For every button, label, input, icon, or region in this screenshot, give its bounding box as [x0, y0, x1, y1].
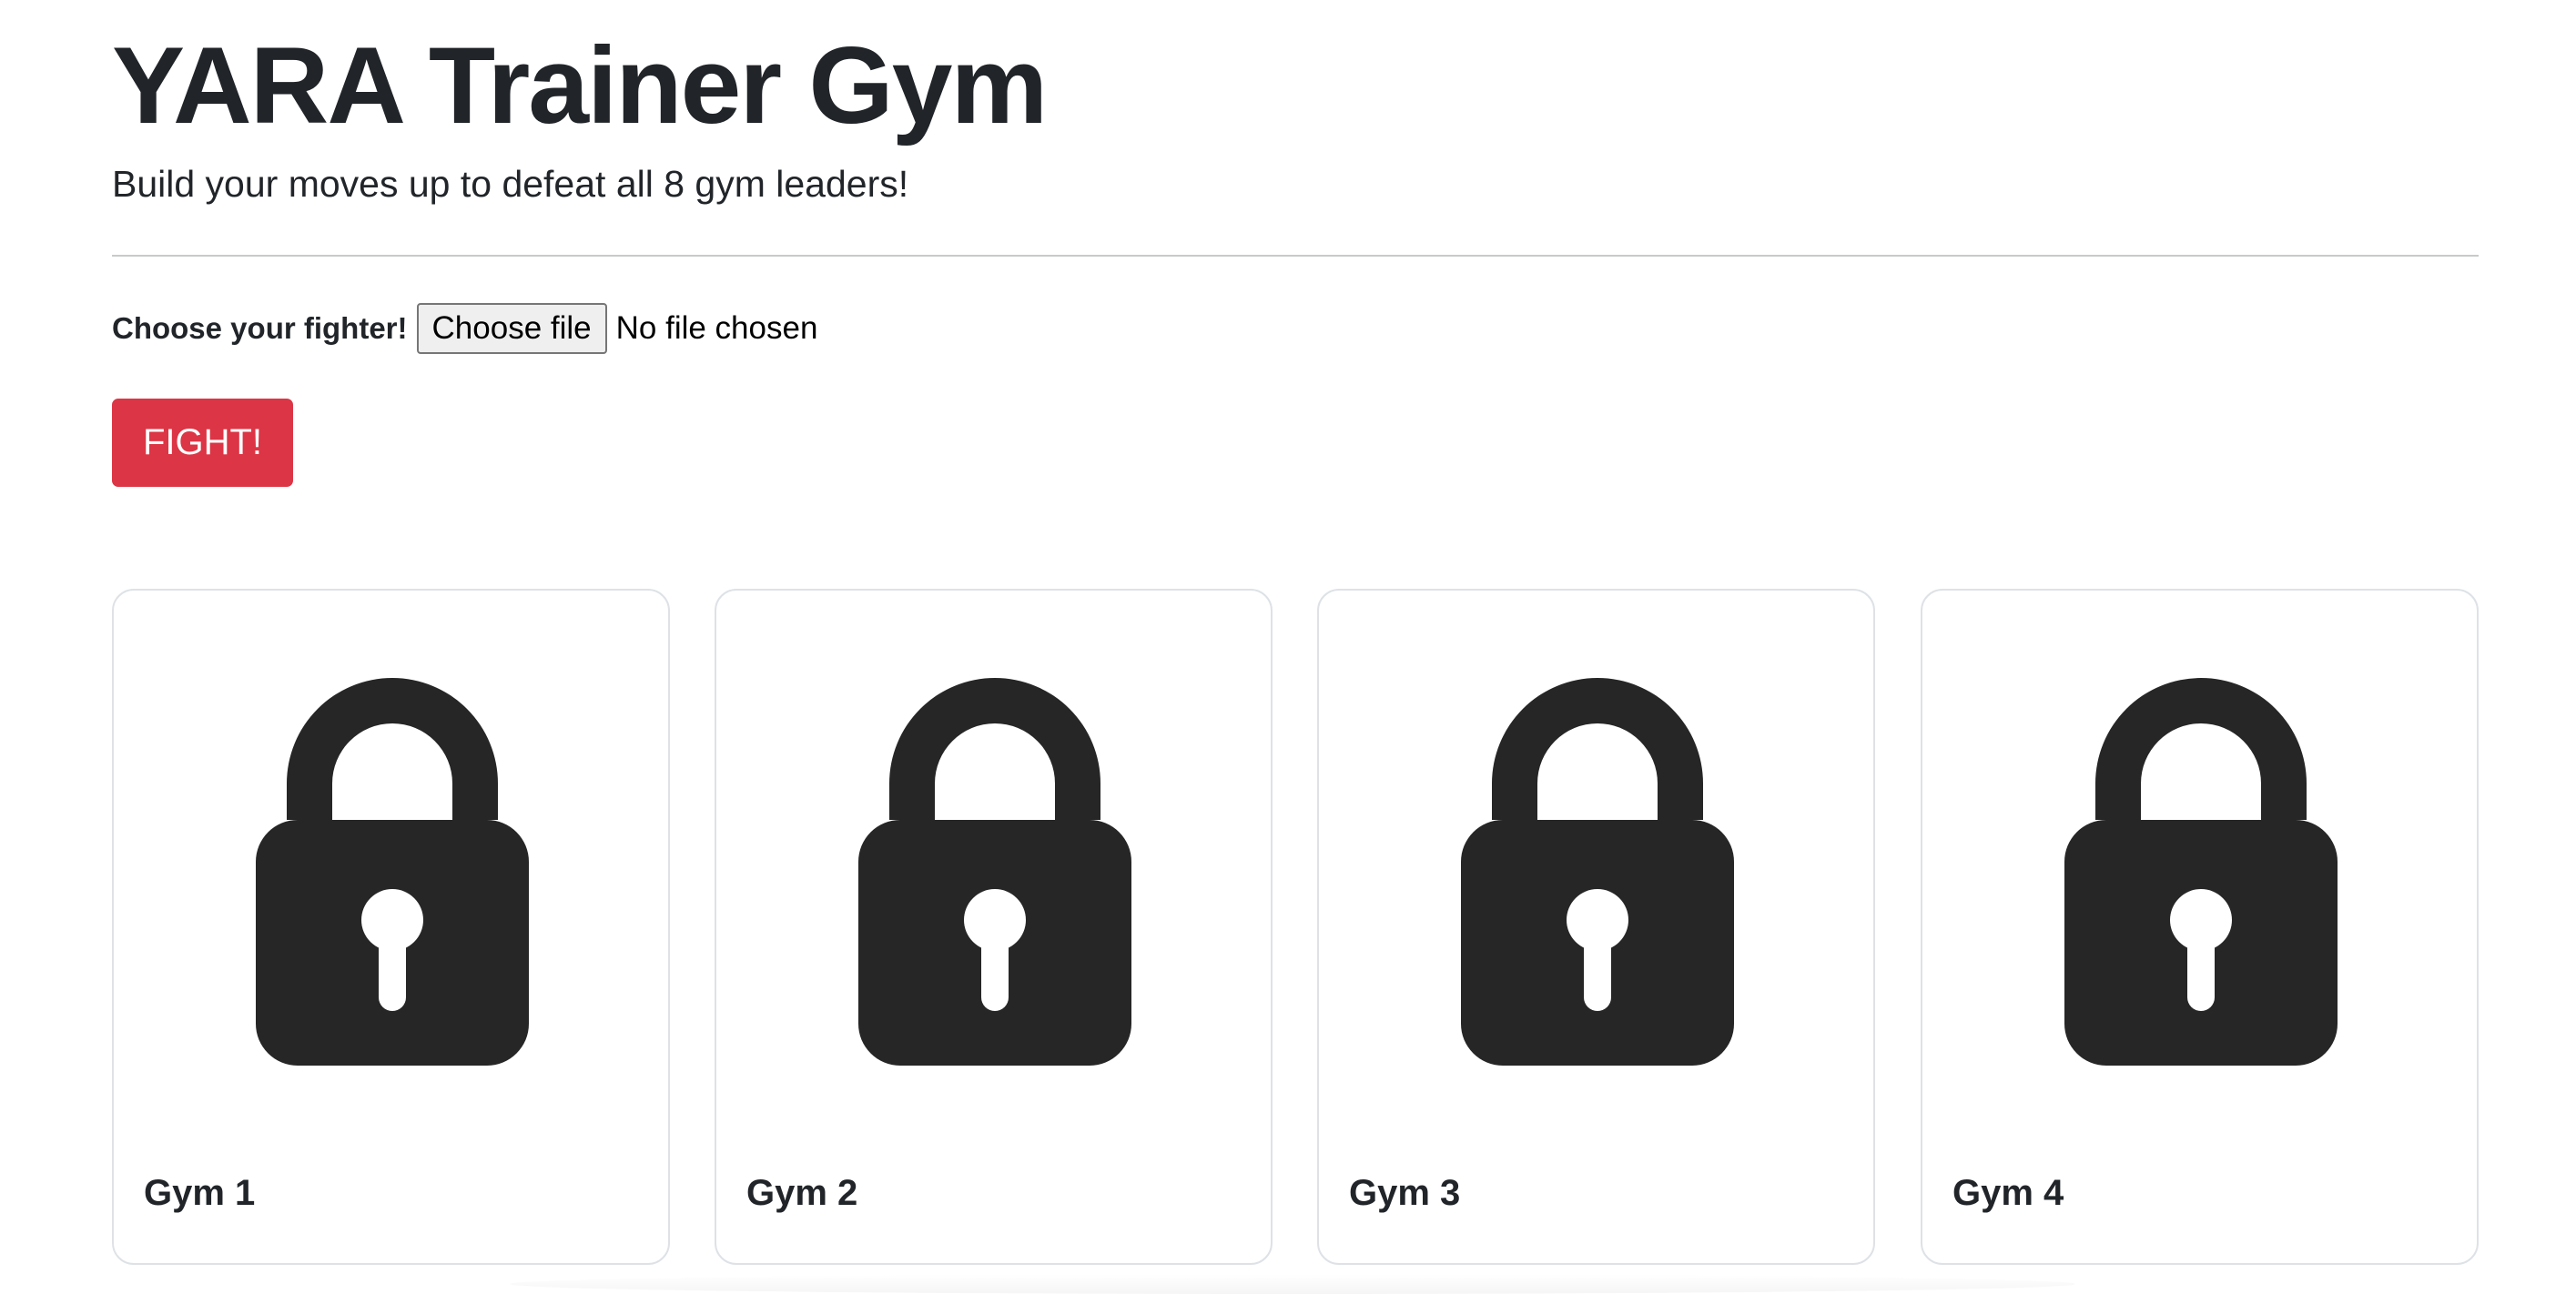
- page-subtitle: Build your moves up to defeat all 8 gym …: [112, 163, 909, 205]
- fighter-label: Choose your fighter!: [112, 311, 408, 345]
- gym-name: Gym 1: [144, 1173, 256, 1213]
- gym-card[interactable]: Gym 4: [1921, 589, 2479, 1265]
- gym-name: Gym 3: [1349, 1173, 1461, 1213]
- gym-grid: Gym 1 Gym 2 Gym 3 Gym 4: [112, 589, 2479, 1265]
- lock-icon: [1461, 678, 1734, 1066]
- page: YARA Trainer Gym Build your moves up to …: [0, 0, 2576, 1294]
- file-status: No file chosen: [615, 310, 818, 346]
- lock-icon: [858, 678, 1131, 1066]
- gym-name: Gym 4: [1952, 1173, 2064, 1213]
- choose-file-button[interactable]: Choose file: [416, 303, 607, 354]
- fighter-upload-row: Choose your fighter! Choose file No file…: [112, 300, 817, 357]
- lock-icon: [2064, 678, 2338, 1066]
- gym-name: Gym 2: [746, 1173, 858, 1213]
- fight-button[interactable]: FIGHT!: [112, 399, 293, 487]
- divider: [112, 255, 2479, 257]
- gym-card[interactable]: Gym 3: [1317, 589, 1875, 1265]
- page-title: YARA Trainer Gym: [112, 25, 1048, 147]
- bottom-shadow: [510, 1274, 2075, 1294]
- lock-icon: [256, 678, 529, 1066]
- gym-card[interactable]: Gym 2: [715, 589, 1273, 1265]
- gym-card[interactable]: Gym 1: [112, 589, 670, 1265]
